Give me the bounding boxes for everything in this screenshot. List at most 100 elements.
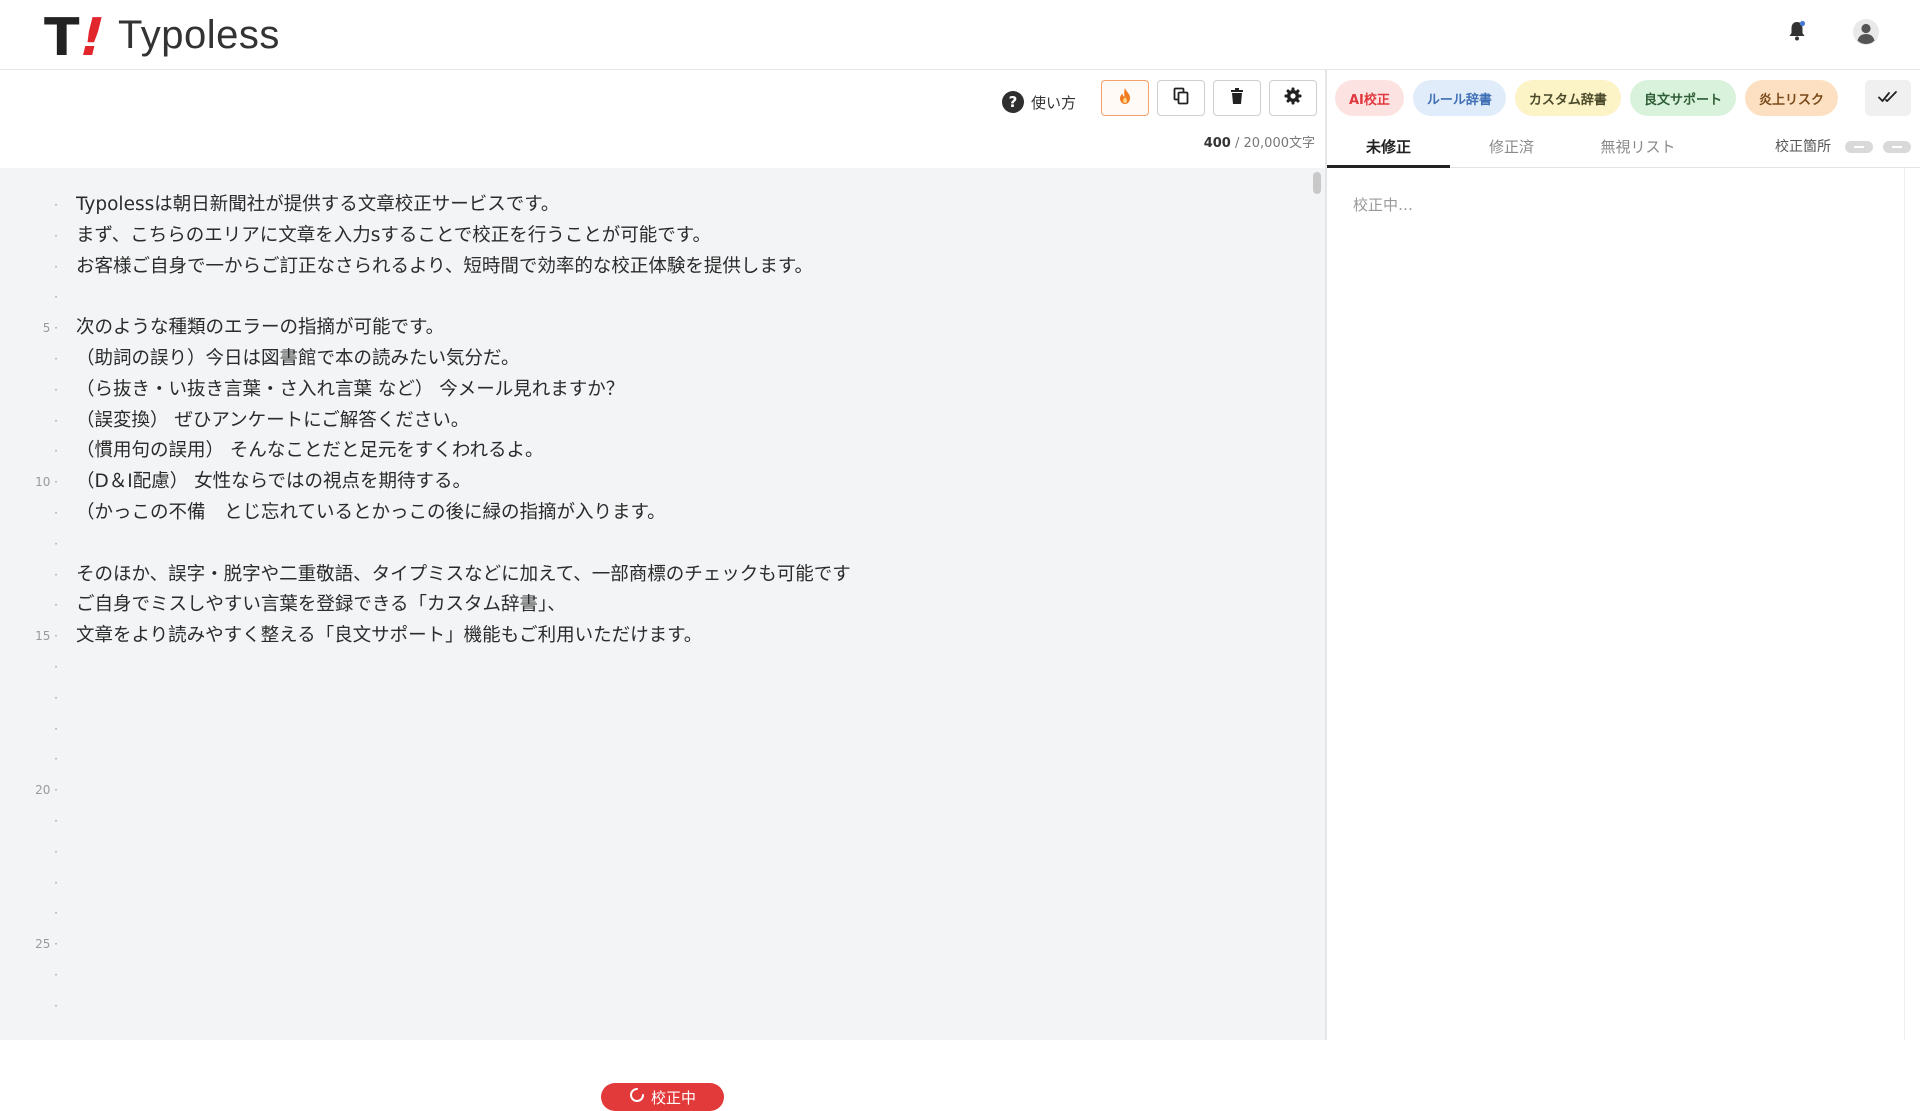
editor-line[interactable]: （ら抜き・い抜き言葉・さ入れ言葉 など） 今メール見れますか？ bbox=[76, 375, 1296, 406]
feature-chip[interactable]: 炎上リスク bbox=[1744, 80, 1838, 116]
tab-unfixed[interactable]: 未修正 bbox=[1327, 126, 1450, 168]
line-number: · bbox=[54, 382, 58, 397]
editor-line[interactable] bbox=[76, 282, 1296, 313]
line-number: · bbox=[54, 844, 58, 859]
editor-line[interactable]: Typolessは朝日新聞社が提供する文章校正サービスです。 bbox=[76, 190, 1296, 221]
status-label: 校正中 bbox=[650, 1088, 696, 1107]
editor-line[interactable]: ご自身でミスしやすい言葉を登録できる「カスタム辞書」、 bbox=[76, 590, 1296, 621]
question-mark-icon: ? bbox=[1002, 91, 1024, 113]
trash-icon bbox=[1230, 87, 1244, 109]
double-check-icon bbox=[1878, 89, 1898, 108]
settings-button[interactable] bbox=[1269, 80, 1317, 116]
copy-button[interactable] bbox=[1157, 80, 1205, 116]
line-number: · bbox=[54, 413, 58, 428]
line-number: 5 · bbox=[42, 321, 58, 336]
editor-line[interactable]: そのほか、誤字・脱字や二重敬語、タイプミスなどに加えて、一部商標のチェックも可能… bbox=[76, 560, 1296, 591]
help-label: 使い方 bbox=[1031, 93, 1077, 112]
feature-chip[interactable]: ルール辞書 bbox=[1412, 80, 1506, 116]
gear-icon bbox=[1284, 87, 1302, 109]
loading-spinner-icon bbox=[629, 1087, 645, 1107]
editor-line[interactable] bbox=[76, 714, 1296, 745]
line-number: · bbox=[54, 259, 58, 274]
editor-line[interactable] bbox=[76, 960, 1296, 991]
editor-line[interactable] bbox=[76, 683, 1296, 714]
line-number: · bbox=[54, 505, 58, 520]
results-list: 校正中… bbox=[1327, 168, 1905, 1040]
line-number: 10 · bbox=[35, 475, 58, 490]
editor-toolbar: ? 使い方 400 / 20,000文字 bbox=[0, 70, 1325, 168]
line-number: · bbox=[54, 228, 58, 243]
accept-all-button[interactable] bbox=[1865, 80, 1911, 116]
notification-bell-icon[interactable] bbox=[1784, 18, 1810, 44]
editor-line[interactable] bbox=[76, 529, 1296, 560]
editor-line[interactable]: （かっこの不備 とじ忘れているとかっこの後に緑の指摘が入ります。 bbox=[76, 498, 1296, 529]
tab-fixed[interactable]: 修正済 bbox=[1450, 126, 1573, 168]
expand-all-toggle[interactable] bbox=[1883, 141, 1911, 153]
line-number: · bbox=[54, 536, 58, 551]
line-number: · bbox=[54, 721, 58, 736]
tab-label: 無視リスト bbox=[1600, 138, 1676, 156]
editor-line[interactable] bbox=[76, 898, 1296, 929]
editor-line[interactable] bbox=[76, 744, 1296, 775]
editor-line[interactable]: まず、こちらのエリアに文章を入力sすることで校正を行うことが可能です。 bbox=[76, 221, 1296, 252]
editor-line[interactable]: お客様ご自身で一からご訂正なさられるより、短時間で効率的な校正体験を提供します。 bbox=[76, 252, 1296, 283]
proofreading-panel: AI校正 ルール辞書 カスタム辞書 良文サポート 炎上リスク 未修正 修正済 無視リスト… bbox=[1327, 70, 1920, 1040]
feature-chip[interactable]: 良文サポート bbox=[1629, 80, 1736, 116]
char-count-max: / 20,000文字 bbox=[1235, 136, 1315, 151]
delete-button[interactable] bbox=[1213, 80, 1261, 116]
editor-text[interactable]: Typolessは朝日新聞社が提供する文章校正サービスです。 まず、こちらのエリア… bbox=[76, 190, 1296, 1022]
user-avatar-icon[interactable] bbox=[1852, 18, 1879, 45]
editor-line[interactable] bbox=[76, 806, 1296, 837]
line-number: · bbox=[54, 598, 58, 613]
line-number: · bbox=[54, 290, 58, 305]
editor-line[interactable] bbox=[76, 775, 1296, 806]
editor-line[interactable] bbox=[76, 652, 1296, 683]
text-editor[interactable]: · · · · 5 · · · · · 10 · · · · · 15 · · · · · 20 · · · · · 25 · ·… bbox=[0, 168, 1325, 1111]
feature-toggles: AI校正 ルール辞書 カスタム辞書 良文サポート 炎上リスク bbox=[1335, 80, 1838, 116]
editor-line[interactable] bbox=[76, 991, 1296, 1022]
app-name: Typoless bbox=[118, 12, 280, 57]
line-number: · bbox=[54, 813, 58, 828]
editor-line[interactable] bbox=[76, 929, 1296, 960]
editor-line[interactable]: （D＆I配慮） 女性ならではの視点を期待する。 bbox=[76, 467, 1296, 498]
line-number: · bbox=[54, 967, 58, 982]
character-count: 400 / 20,000文字 bbox=[1204, 132, 1315, 151]
line-number-gutter: · · · · 5 · · · · · 10 · · · · · 15 · · · · · 20 · · · · · 25 · ·… bbox=[0, 190, 64, 1022]
editor-pane: ? 使い方 400 / 20,000文字 · · · · 5 · · · · ·… bbox=[0, 70, 1325, 1111]
correction-points-label: 校正箇所 bbox=[1775, 139, 1831, 155]
line-number: · bbox=[54, 906, 58, 921]
editor-line[interactable]: （誤変換） ぜひアンケートにご解答ください。 bbox=[76, 406, 1296, 437]
editor-scrollbar[interactable] bbox=[1313, 172, 1321, 194]
line-number: 20 · bbox=[35, 783, 58, 798]
feature-chip[interactable]: カスタム辞書 bbox=[1514, 80, 1621, 116]
editor-line[interactable]: （助詞の誤り）今日は図書館で本の読みたい気分だ。 bbox=[76, 344, 1296, 375]
typoless-logo[interactable]: T! Typoless bbox=[40, 8, 280, 68]
editor-line[interactable] bbox=[76, 837, 1296, 868]
feature-chip[interactable]: AI校正 bbox=[1335, 80, 1404, 116]
line-number: 25 · bbox=[35, 937, 58, 952]
top-header: T! Typoless bbox=[0, 0, 1920, 70]
tab-label: 未修正 bbox=[1365, 138, 1411, 156]
fire-icon bbox=[1117, 87, 1133, 109]
help-link[interactable]: ? 使い方 bbox=[1002, 85, 1076, 119]
char-count-current: 400 bbox=[1203, 136, 1231, 151]
editor-line[interactable]: 文章をより読みやすく整える「良文サポート」機能もご利用いただけます。 bbox=[76, 621, 1296, 652]
line-number: · bbox=[54, 690, 58, 705]
copy-icon bbox=[1173, 87, 1189, 109]
result-tabs: 未修正 修正済 無視リスト 校正箇所 bbox=[1327, 126, 1920, 168]
editor-line[interactable]: （慣用句の誤用） そんなことだと足元をすくわれるよ。 bbox=[76, 436, 1296, 467]
editor-line[interactable]: 次のような種類のエラーの指摘が可能です。 bbox=[76, 313, 1296, 344]
editor-line[interactable] bbox=[76, 868, 1296, 899]
line-number: · bbox=[54, 659, 58, 674]
collapse-all-toggle[interactable] bbox=[1845, 141, 1873, 153]
tab-ignore-list[interactable]: 無視リスト bbox=[1573, 126, 1703, 168]
line-number: · bbox=[54, 567, 58, 582]
line-number: · bbox=[54, 351, 58, 366]
line-number: · bbox=[54, 998, 58, 1013]
fire-risk-button[interactable] bbox=[1101, 80, 1149, 116]
logo-mark-icon: T! bbox=[44, 8, 112, 68]
proofreading-status-badge: 校正中 bbox=[601, 1083, 724, 1111]
line-number: · bbox=[54, 875, 58, 890]
tab-label: 修正済 bbox=[1488, 138, 1534, 156]
line-number: · bbox=[54, 198, 58, 212]
